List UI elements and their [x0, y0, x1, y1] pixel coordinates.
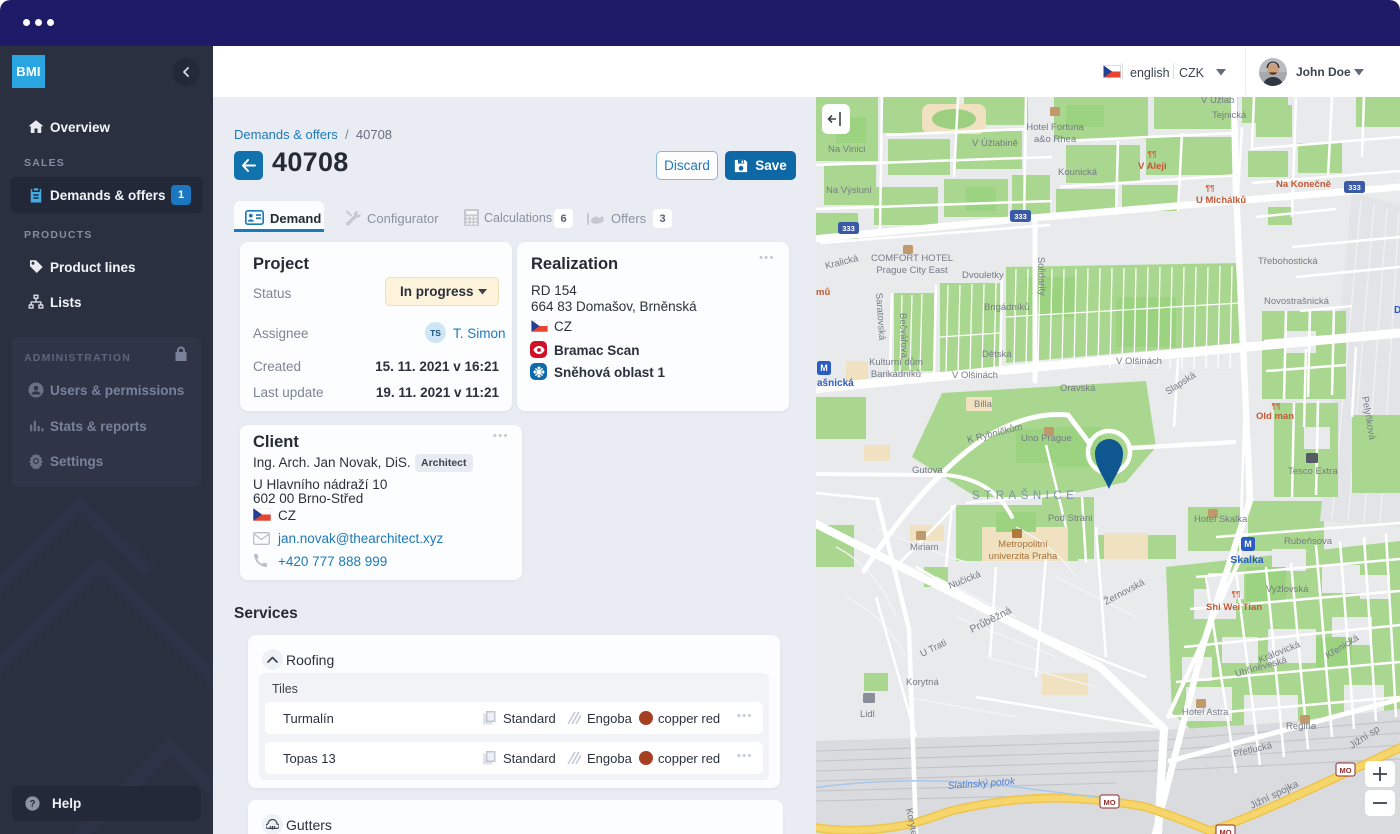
svg-text:333: 333 — [1348, 183, 1361, 192]
svg-text:Dětská: Dětská — [982, 349, 1012, 360]
svg-text:M: M — [820, 363, 828, 373]
svg-text:Dvouletky: Dvouletky — [962, 270, 1004, 281]
svg-text:Prague City East: Prague City East — [876, 265, 948, 276]
svg-text:Miriam: Miriam — [910, 542, 939, 553]
svg-text:Korytná: Korytná — [906, 677, 939, 688]
svg-text:Novostrašnická: Novostrašnická — [1264, 296, 1330, 307]
svg-text:V Užlab: V Užlab — [1201, 97, 1234, 106]
svg-text:V Úžlabině: V Úžlabině — [972, 138, 1018, 149]
svg-text:Tejnická: Tejnická — [1212, 110, 1247, 121]
svg-text:Kounická: Kounická — [1058, 167, 1098, 178]
svg-text:Shi Wei Tian: Shi Wei Tian — [1206, 602, 1262, 613]
svg-text:Uno Prague: Uno Prague — [1021, 433, 1072, 444]
svg-text:¶¶: ¶¶ — [1148, 150, 1157, 159]
svg-text:ašnická: ašnická — [817, 378, 854, 389]
svg-text:MO: MO — [1339, 766, 1351, 775]
svg-text:Tesco Extra: Tesco Extra — [1288, 466, 1338, 477]
svg-text:Lidl: Lidl — [860, 709, 875, 720]
svg-text:Třebohostická: Třebohostická — [1258, 256, 1318, 267]
svg-text:MO: MO — [1219, 828, 1231, 834]
svg-text:Barikádníků: Barikádníků — [871, 369, 921, 380]
svg-text:Vyžlovská: Vyžlovská — [1266, 584, 1309, 595]
svg-text:?: ? — [30, 799, 36, 810]
svg-text:V Olšinách: V Olšinách — [952, 370, 998, 381]
svg-text:U Michálků: U Michálků — [1196, 195, 1246, 206]
svg-text:Pod Stráni: Pod Stráni — [1048, 513, 1092, 524]
svg-text:Bečvářova: Bečvářova — [897, 313, 910, 359]
svg-text:¶¶: ¶¶ — [1232, 590, 1241, 599]
svg-text:Brigádníků: Brigádníků — [984, 302, 1029, 313]
svg-text:MO: MO — [1103, 798, 1115, 807]
svg-text:COMFORT HOTEL: COMFORT HOTEL — [871, 253, 953, 264]
svg-text:Rubeňsova: Rubeňsova — [1284, 536, 1333, 547]
svg-text:a&o Rhea: a&o Rhea — [1034, 134, 1077, 145]
svg-text:STRAŠNICE: STRAŠNICE — [972, 489, 1078, 502]
svg-text:Gutova: Gutova — [912, 465, 943, 476]
svg-text:Solidarity: Solidarity — [1035, 257, 1047, 297]
svg-text:Na Vinici: Na Vinici — [828, 144, 865, 155]
svg-text:333: 333 — [842, 224, 855, 233]
svg-text:Billa: Billa — [974, 399, 993, 410]
svg-text:Na Výsluní: Na Výsluní — [826, 185, 872, 196]
svg-text:univerzita Praha: univerzita Praha — [989, 551, 1058, 562]
svg-text:Skalka: Skalka — [1230, 554, 1263, 566]
svg-text:¶¶: ¶¶ — [1272, 402, 1281, 411]
svg-text:Hotel Skalka: Hotel Skalka — [1194, 514, 1248, 525]
svg-text:D: D — [1394, 305, 1400, 316]
svg-text:333: 333 — [1014, 212, 1027, 221]
svg-text:V Olšinách: V Olšinách — [1116, 356, 1162, 367]
svg-text:Oravská: Oravská — [1060, 383, 1096, 394]
svg-text:Hotel Fortuna: Hotel Fortuna — [1026, 122, 1084, 133]
svg-text:Na Konečně: Na Konečně — [1276, 179, 1331, 190]
svg-text:Kulturní dům: Kulturní dům — [869, 357, 923, 368]
svg-text:Old man: Old man — [1256, 411, 1294, 422]
svg-text:mů: mů — [816, 287, 830, 298]
svg-text:Regina: Regina — [1286, 721, 1317, 732]
svg-text:Hotel Astra: Hotel Astra — [1182, 707, 1229, 718]
svg-text:Metropolitní: Metropolitní — [998, 539, 1048, 550]
svg-text:M: M — [1244, 539, 1252, 549]
svg-text:¶¶: ¶¶ — [1206, 184, 1215, 193]
svg-text:V Aleji: V Aleji — [1138, 161, 1167, 172]
